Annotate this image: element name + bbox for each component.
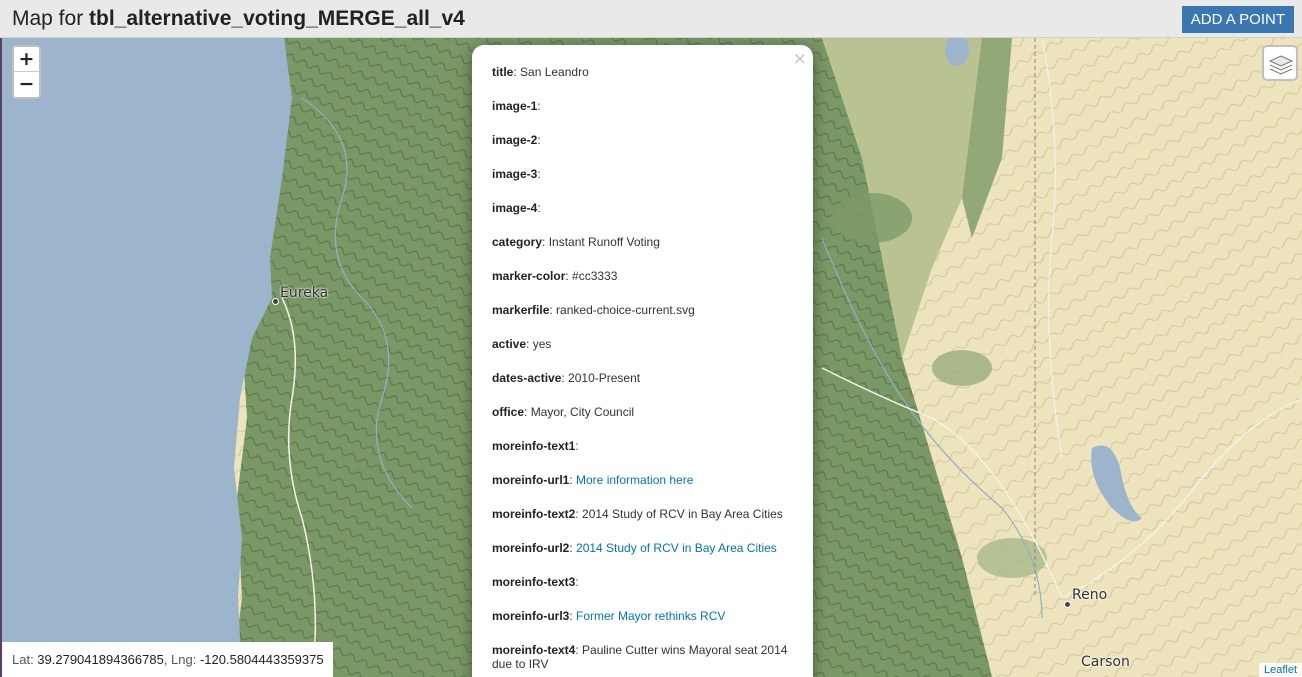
popup-field-key: image-2	[492, 133, 538, 147]
popup-field-key: moreinfo-url2	[492, 541, 570, 555]
popup-field-image-1: image-1:	[492, 99, 541, 113]
popup-field-link[interactable]: 2014 Study of RCV in Bay Area Cities	[576, 541, 777, 555]
popup-field-link[interactable]: More information here	[576, 473, 693, 487]
popup-field-category: category: Instant Runoff Voting	[492, 235, 660, 249]
city-label-carson: Carson	[1081, 654, 1130, 670]
popup-field-value: 2014 Study of RCV in Bay Area Cities	[582, 507, 783, 521]
city-marker-reno	[1064, 601, 1071, 608]
popup-field-image-4: image-4:	[492, 201, 541, 215]
leaflet-attribution-link[interactable]: Leaflet	[1258, 663, 1302, 677]
popup-field-key: image-3	[492, 167, 538, 181]
popup-field-markerfile: markerfile: ranked-choice-current.svg	[492, 303, 695, 317]
popup-field-marker-color: marker-color: #cc3333	[492, 269, 618, 283]
lng-label: , Lng:	[163, 652, 200, 667]
popup-field-value: 2010-Present	[568, 371, 641, 385]
popup-field-dates-active: dates-active: 2010-Present	[492, 371, 641, 385]
popup-field-value: Mayor, City Council	[530, 405, 635, 419]
popup-field-image-2: image-2:	[492, 133, 541, 147]
lng-value: -120.5804443359375	[199, 652, 324, 667]
popup-field-key: moreinfo-text2	[492, 507, 576, 521]
popup-field-value: San Leandro	[520, 65, 589, 79]
table-name: tbl_alternative_voting_MERGE_all_v4	[89, 7, 465, 30]
coordinate-readout: Lat: 39.279041894366785, Lng: -120.58044…	[2, 642, 333, 677]
popup-field-moreinfo-url3: moreinfo-url3: Former Mayor rethinks RCV	[492, 609, 726, 623]
popup-field-moreinfo-text4: moreinfo-text4: Pauline Cutter wins Mayo…	[492, 643, 788, 671]
popup-field-moreinfo-text3: moreinfo-text3:	[492, 575, 579, 589]
popup-field-moreinfo-url1: moreinfo-url1: More information here	[492, 473, 694, 487]
popup-field-image-3: image-3:	[492, 167, 541, 181]
lat-label: Lat:	[12, 652, 38, 667]
popup-field-key: marker-color	[492, 269, 566, 283]
popup-field-key: moreinfo-url3	[492, 609, 570, 623]
popup-field-key: moreinfo-text1	[492, 439, 576, 453]
popup-field-key: moreinfo-text4	[492, 643, 576, 657]
popup-field-key: image-1	[492, 99, 538, 113]
popup-field-moreinfo-text2: moreinfo-text2: 2014 Study of RCV in Bay…	[492, 507, 783, 521]
popup-field-link[interactable]: Former Mayor rethinks RCV	[576, 609, 725, 623]
popup-field-moreinfo-url2: moreinfo-url2: 2014 Study of RCV in Bay …	[492, 541, 777, 555]
city-label-eureka: Eureka	[280, 285, 329, 301]
popup-field-value: #cc3333	[572, 269, 618, 283]
popup-field-key: category	[492, 235, 543, 249]
popup-field-value: ranked-choice-current.svg	[556, 303, 695, 317]
popup-field-key: moreinfo-text3	[492, 575, 576, 589]
popup-field-moreinfo-text1: moreinfo-text1:	[492, 439, 579, 453]
popup-field-title: title: San Leandro	[492, 65, 589, 79]
zoom-in-button[interactable]: +	[14, 47, 39, 72]
app-header: Map for tbl_alternative_voting_MERGE_all…	[0, 0, 1302, 38]
popup-field-office: office: Mayor, City Council	[492, 405, 635, 419]
popup-field-value: yes	[532, 337, 552, 351]
feature-popup: × title: San Leandro image-1: image-2: im…	[472, 45, 813, 677]
layers-button[interactable]	[1262, 45, 1298, 81]
popup-field-key: image-4	[492, 201, 538, 215]
popup-field-key: dates-active	[492, 371, 562, 385]
popup-field-key: moreinfo-url1	[492, 473, 570, 487]
page-title: Map for tbl_alternative_voting_MERGE_all…	[12, 7, 465, 31]
popup-fields: title: San Leandro image-1: image-2: imag…	[492, 65, 797, 677]
popup-field-key: markerfile	[492, 303, 550, 317]
popup-field-key: title	[492, 65, 514, 79]
layers-icon	[1268, 55, 1294, 75]
map-view[interactable]: + − Eureka Reno Carson Lat: 39.279041894…	[0, 38, 1302, 677]
popup-field-active: active: yes	[492, 337, 552, 351]
page-title-prefix: Map for	[12, 7, 90, 30]
lat-value: 39.279041894366785	[37, 652, 164, 667]
popup-field-key: active	[492, 337, 527, 351]
popup-field-value: Instant Runoff Voting	[548, 235, 660, 249]
zoom-out-button[interactable]: −	[14, 72, 39, 97]
city-marker-eureka	[272, 298, 279, 305]
zoom-control: + −	[12, 45, 41, 99]
popup-field-key: office	[492, 405, 525, 419]
city-label-reno: Reno	[1072, 587, 1108, 603]
add-point-button[interactable]: ADD A POINT	[1181, 6, 1294, 33]
